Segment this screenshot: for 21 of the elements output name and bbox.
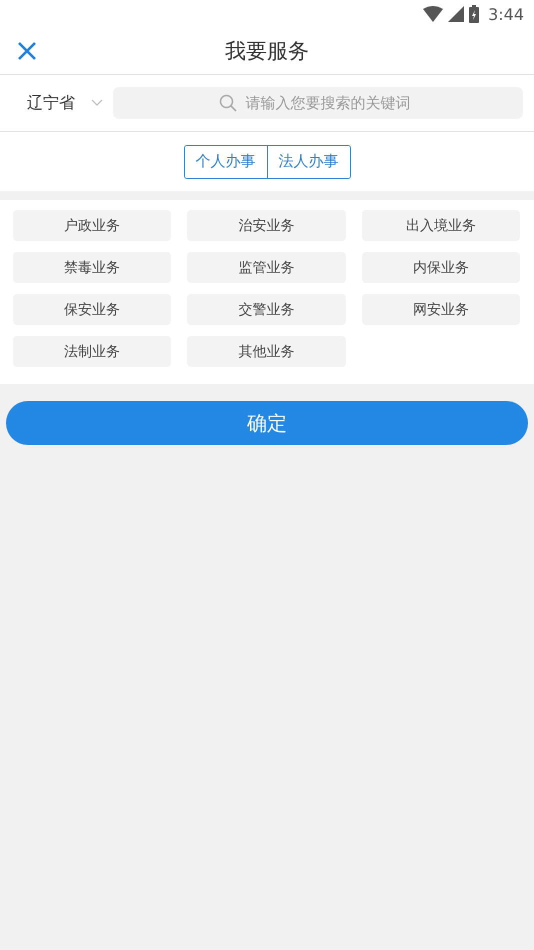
search-field[interactable]: 请输入您要搜索的关键词 <box>113 87 523 119</box>
category-button[interactable]: 其他业务 <box>187 336 346 367</box>
battery-icon <box>469 5 480 23</box>
category-button[interactable]: 治安业务 <box>187 210 346 241</box>
signal-icon <box>448 6 464 22</box>
close-icon[interactable] <box>17 41 37 61</box>
wifi-icon <box>423 6 444 22</box>
category-button[interactable]: 户政业务 <box>13 210 172 241</box>
category-button[interactable]: 禁毒业务 <box>13 252 172 283</box>
category-button[interactable]: 监管业务 <box>187 252 346 283</box>
category-button[interactable]: 交警业务 <box>187 294 346 325</box>
tab[interactable]: 法人办事 <box>266 146 350 178</box>
province-selector[interactable]: 辽宁省 <box>27 92 75 114</box>
category-button[interactable]: 出入境业务 <box>362 210 520 241</box>
category-button[interactable]: 网安业务 <box>362 294 520 325</box>
status-time: 3:44 <box>488 4 524 24</box>
category-button[interactable]: 保安业务 <box>13 294 172 325</box>
page-title: 我要服务 <box>225 38 309 65</box>
confirm-button[interactable]: 确定 <box>6 401 528 445</box>
category-button[interactable]: 内保业务 <box>362 252 520 283</box>
category-button[interactable]: 法制业务 <box>13 336 172 367</box>
